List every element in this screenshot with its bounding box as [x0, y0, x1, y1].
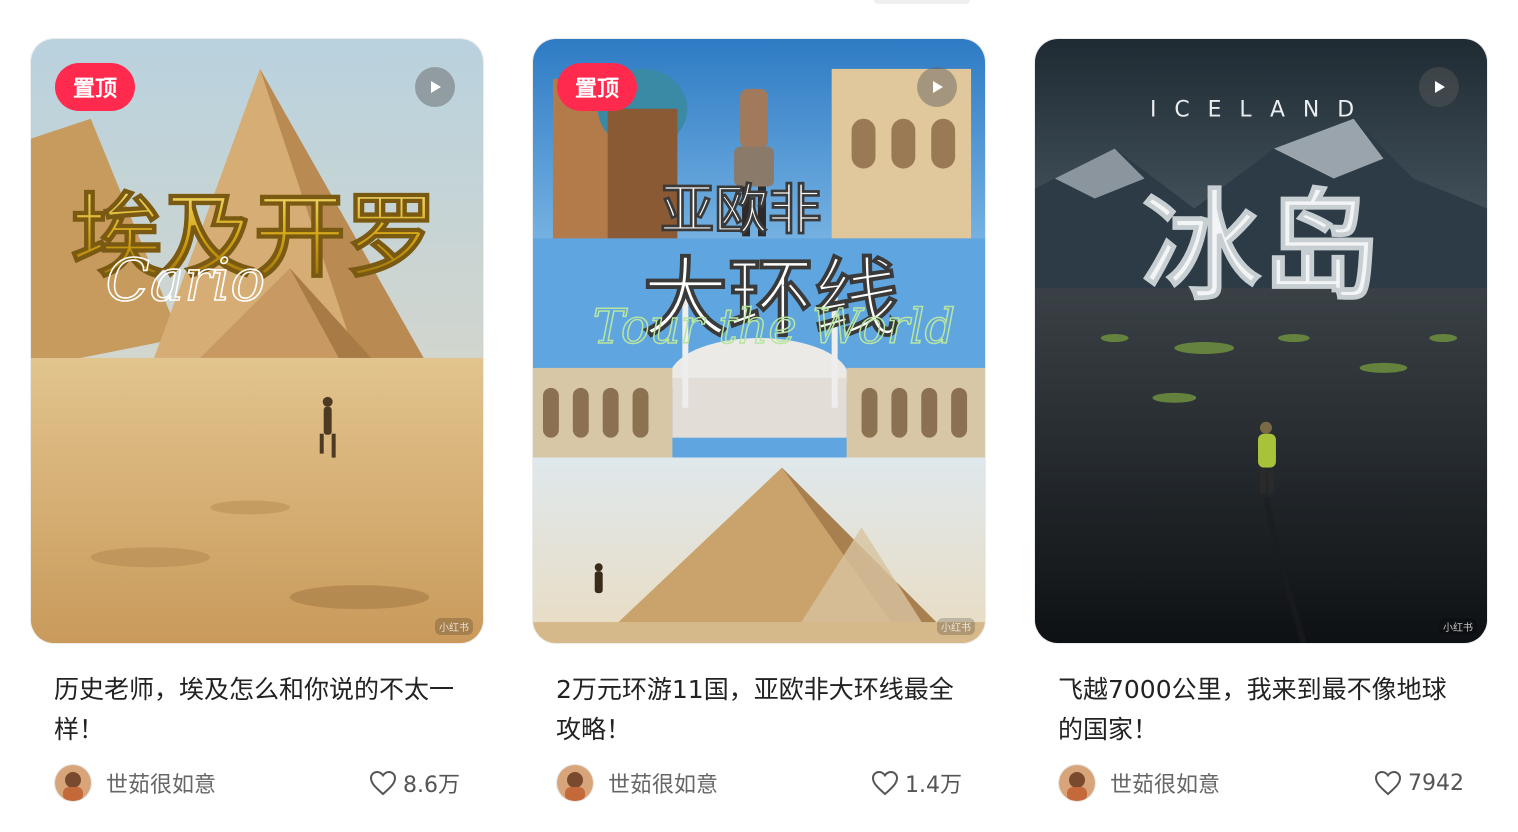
cover-image-grand-tour: 亚欧非 大环线 Tour the World — [533, 39, 985, 643]
note-meta: 世茹很如意 7942 — [1058, 764, 1464, 802]
play-icon — [933, 81, 943, 93]
cover-script-text: Cario — [106, 246, 265, 314]
cover-title-line1: 亚欧非 — [660, 177, 821, 241]
note-cover[interactable]: 埃及开罗 Cario 置顶 小红书 — [30, 38, 484, 644]
author-name[interactable]: 世茹很如意 — [1110, 767, 1220, 799]
heart-icon — [369, 770, 397, 796]
author-name[interactable]: 世茹很如意 — [106, 767, 216, 799]
like-button[interactable]: 7942 — [1374, 770, 1464, 796]
play-button[interactable] — [415, 67, 455, 107]
avatar[interactable] — [556, 764, 594, 802]
pinned-badge: 置顶 — [557, 63, 637, 111]
cover-title-text: 冰岛 — [1142, 177, 1381, 317]
cover-image-iceland: ICELAND 冰岛 — [1035, 39, 1487, 643]
note-card[interactable]: 亚欧非 大环线 Tour the World 置顶 小红书 2万元环游11国，亚… — [532, 38, 986, 832]
play-button[interactable] — [917, 67, 957, 107]
note-feed: 埃及开罗 Cario 置顶 小红书 历史老师，埃及怎么和你说的不太一样！ 世茹很… — [0, 0, 1518, 832]
note-title[interactable]: 2万元环游11国，亚欧非大环线最全攻略！ — [556, 670, 962, 750]
watermark-logo: 小红书 — [435, 618, 473, 635]
heart-icon — [1374, 770, 1402, 796]
author-name[interactable]: 世茹很如意 — [608, 767, 718, 799]
play-button[interactable] — [1419, 67, 1459, 107]
note-title[interactable]: 飞越7000公里，我来到最不像地球的国家！ — [1058, 670, 1464, 750]
note-meta: 世茹很如意 8.6万 — [54, 764, 460, 802]
cover-script-text: Tour the World — [593, 300, 955, 355]
cover-kicker-text: ICELAND — [1150, 98, 1372, 123]
cover-image-egypt: 埃及开罗 Cario — [31, 39, 483, 643]
heart-icon — [871, 770, 899, 796]
note-title[interactable]: 历史老师，埃及怎么和你说的不太一样！ — [54, 670, 460, 750]
note-cover[interactable]: ICELAND 冰岛 小红书 — [1034, 38, 1488, 644]
avatar[interactable] — [54, 764, 92, 802]
pinned-badge: 置顶 — [55, 63, 135, 111]
watermark-logo: 小红书 — [1439, 618, 1477, 635]
like-count: 1.4万 — [905, 773, 962, 798]
like-count: 7942 — [1408, 770, 1464, 796]
like-count: 8.6万 — [403, 773, 460, 798]
note-card[interactable]: ICELAND 冰岛 小红书 飞越7000公里，我来到最不像地球的国家！ 世茹很… — [1034, 38, 1488, 832]
note-cover[interactable]: 亚欧非 大环线 Tour the World 置顶 小红书 — [532, 38, 986, 644]
note-card[interactable]: 埃及开罗 Cario 置顶 小红书 历史老师，埃及怎么和你说的不太一样！ 世茹很… — [30, 38, 484, 832]
note-meta: 世茹很如意 1.4万 — [556, 764, 962, 802]
like-button[interactable]: 1.4万 — [871, 767, 962, 799]
like-button[interactable]: 8.6万 — [369, 767, 460, 799]
watermark-logo: 小红书 — [937, 618, 975, 635]
avatar[interactable] — [1058, 764, 1096, 802]
play-icon — [1435, 81, 1445, 93]
play-icon — [431, 81, 441, 93]
